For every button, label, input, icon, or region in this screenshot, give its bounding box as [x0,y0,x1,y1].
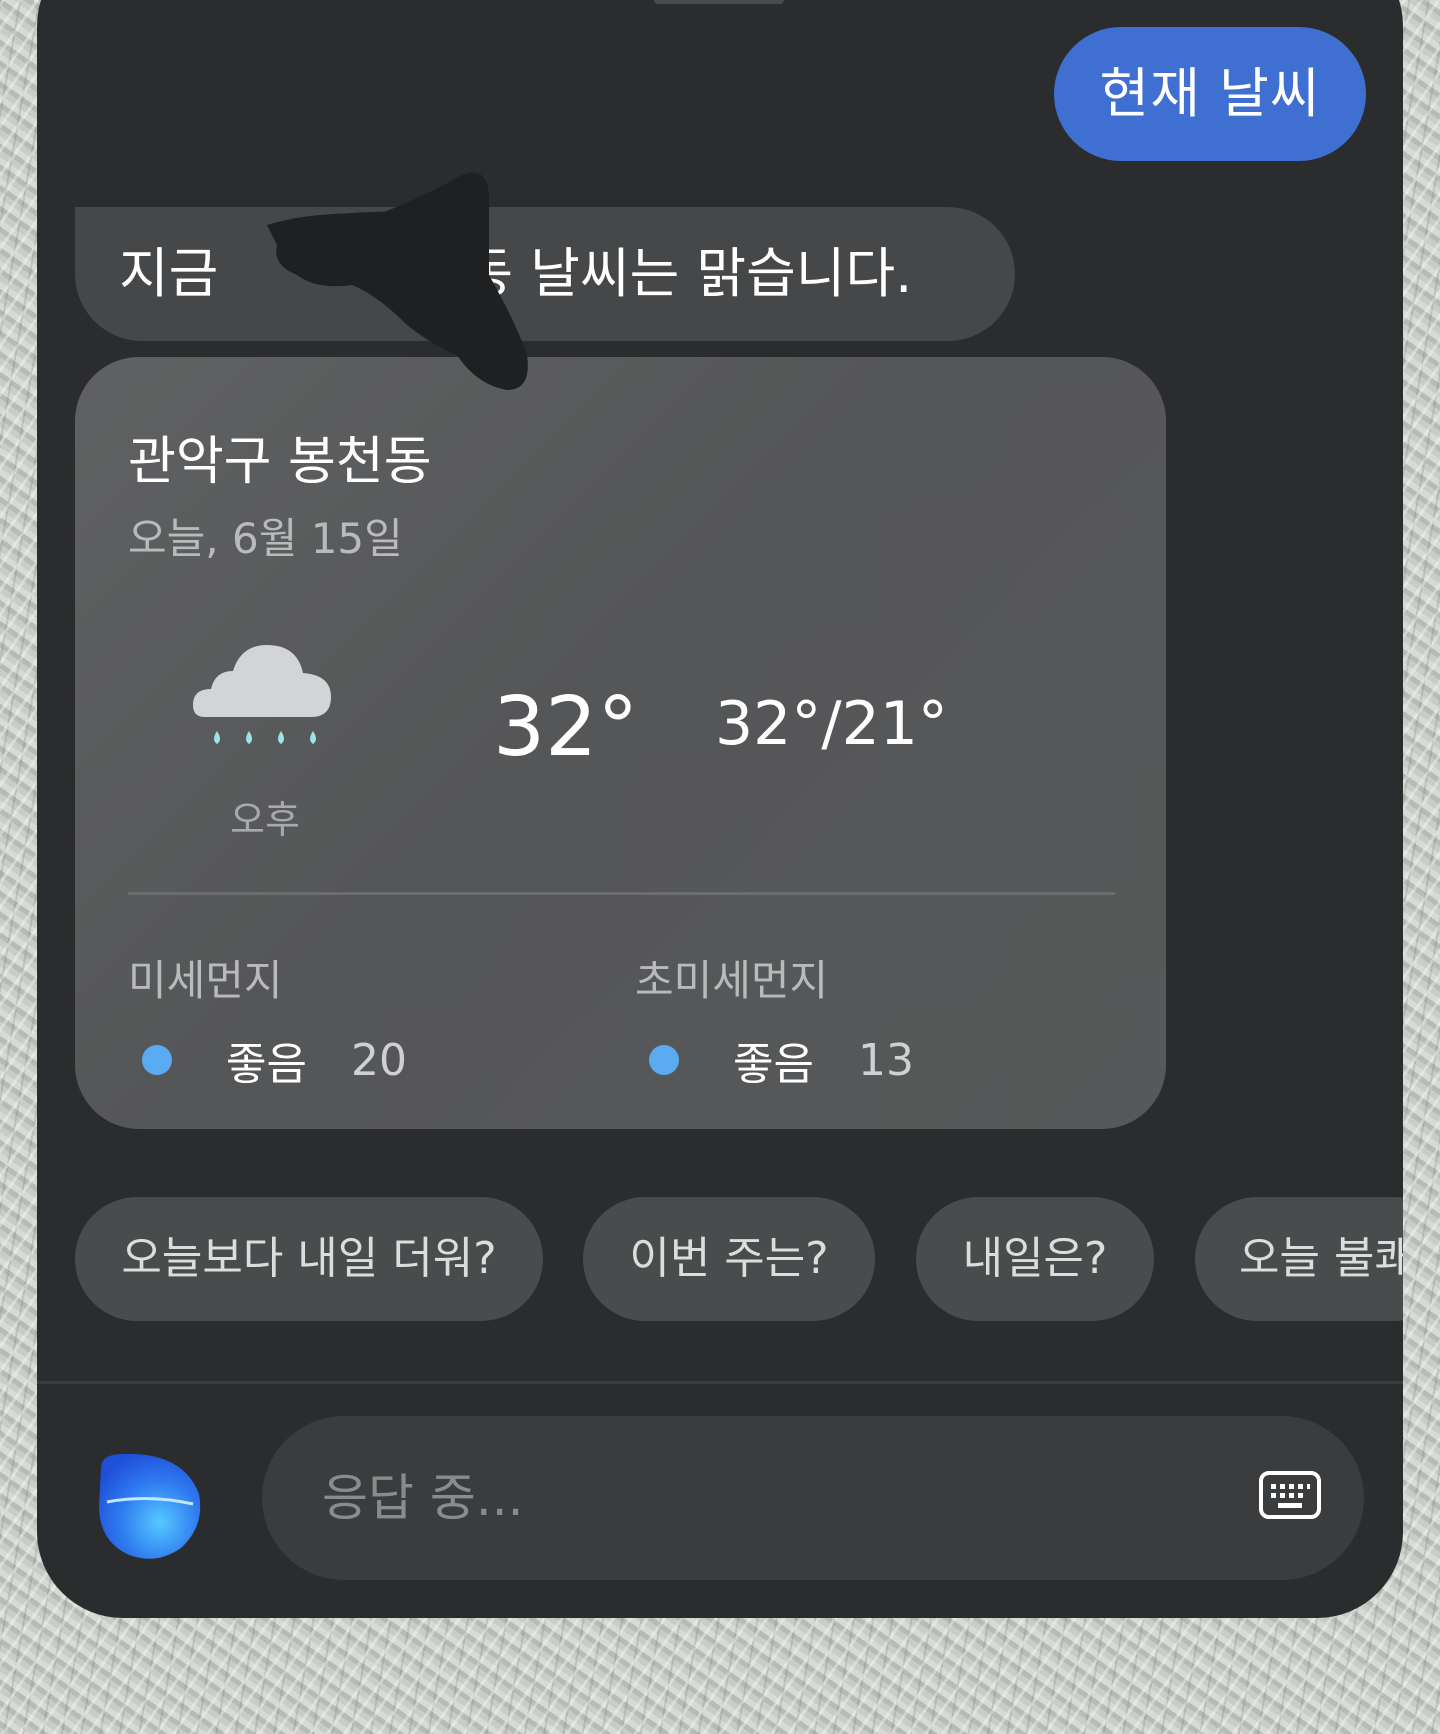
ultrafine-dust-block: 초미세먼지 좋음 13 [635,947,1075,1090]
air-quality-dot-icon [142,1045,172,1075]
assistant-orb-icon[interactable] [93,1450,205,1562]
user-message-bubble: 현재 날씨 [1054,27,1366,161]
location-name: 관악구 봉천동 [128,432,432,492]
fine-dust-value: 20 [350,1034,407,1086]
message-input[interactable]: 응답 중... [262,1416,1364,1580]
redaction-scribble [267,172,528,390]
current-temperature: 32° [493,680,639,775]
assistant-message-start: 지금 [119,242,219,305]
weather-card[interactable]: 관악구 봉천동 오늘, 6월 15일 오후 32° 32°/21° 미세먼지 좋… [75,357,1166,1129]
input-status-text: 응답 중... [322,1469,524,1527]
ultrafine-dust-title: 초미세먼지 [635,956,829,1005]
fine-dust-title: 미세먼지 [128,956,283,1005]
user-message-text: 현재 날씨 [1099,62,1321,125]
fine-dust-row: 좋음 20 [128,1030,568,1090]
card-divider [128,892,1115,895]
input-divider [37,1381,1403,1384]
suggestion-chip[interactable]: 이번 주는? [583,1197,875,1321]
fine-dust-status: 좋음 [226,1039,307,1090]
forecast-period: 오후 [230,798,300,842]
ultrafine-dust-row: 좋음 13 [635,1030,1075,1090]
forecast-date: 오늘, 6월 15일 [128,514,403,563]
air-quality-dot-icon [649,1045,679,1075]
ultrafine-dust-status: 좋음 [733,1039,814,1090]
cloud-rain-icon [193,645,331,744]
ultrafine-dust-value: 13 [857,1034,914,1086]
suggestion-chip[interactable]: 오늘보다 내일 더워? [75,1197,543,1321]
keyboard-icon[interactable] [1258,1470,1322,1524]
high-low-temperature: 32°/21° [715,689,948,759]
suggestion-chip[interactable]: 내일은? [916,1197,1154,1321]
suggestion-chip[interactable]: 오늘 불쾌 [1195,1197,1403,1321]
drag-handle[interactable] [654,0,784,4]
fine-dust-block: 미세먼지 좋음 20 [128,947,568,1090]
assistant-panel: 현재 날씨 지금 동 날씨는 맑습니다. 관악구 봉천동 오늘, 6월 15일 오… [37,0,1403,1618]
